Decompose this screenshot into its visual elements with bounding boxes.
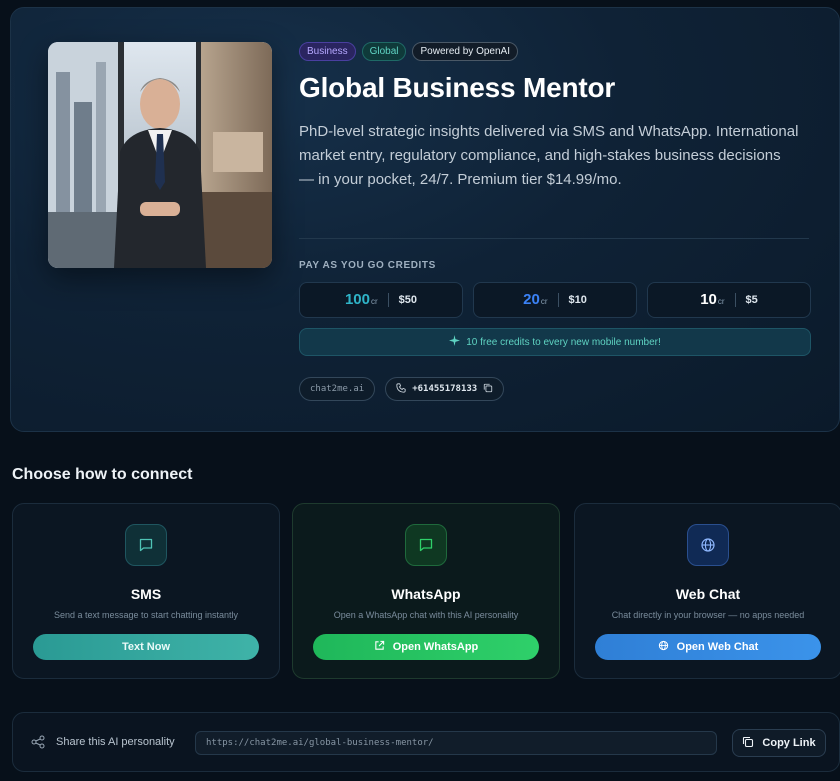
web-chat-title: Web Chat [675,586,741,602]
copy-link-button[interactable]: Copy Link [732,729,826,757]
separator [734,293,736,307]
open-whatsapp-button[interactable]: Open WhatsApp [313,634,539,660]
page-title: Global Business Mentor [299,72,616,103]
share-bar: Share this AI personality https://chat2m… [12,712,840,772]
tag-business: Business [299,42,356,61]
divider [299,238,809,239]
sms-subtitle: Send a text message to start chatting in… [53,610,239,620]
credit-price: $10 [568,294,587,306]
credit-pack-20[interactable]: 20cr $10 [473,282,637,318]
tag-global: Global [361,42,407,61]
mentor-portrait [48,42,272,268]
web-chat-subtitle: Chat directly in your browser — no apps … [611,610,805,620]
open-whatsapp-label: Open WhatsApp [392,641,479,653]
text-now-label: Text Now [121,641,171,653]
credit-pack-10[interactable]: 10cr $5 [647,282,811,318]
globe-icon [658,640,669,654]
credit-pack-100[interactable]: 100cr $50 [299,282,463,318]
personality-description: PhD-level strategic insights delivered v… [299,123,799,188]
phone-icon [396,382,406,396]
credit-amount: 100 [344,291,370,308]
whatsapp-card: WhatsApp Open a WhatsApp chat with this … [292,503,560,679]
phone-chip[interactable]: +61455178133 [385,377,505,401]
sparkle-icon [449,335,461,349]
credit-unit: cr [717,297,725,306]
hero-panel: Business Global Powered by OpenAI Global… [10,7,840,432]
phone-number: +61455178133 [412,384,478,394]
text-now-button[interactable]: Text Now [33,634,259,660]
domain-chip[interactable]: chat2me.ai [299,377,376,401]
separator [387,293,389,307]
copy-icon[interactable] [483,383,493,396]
share-icon [31,735,45,754]
credit-price: $50 [398,294,418,306]
credit-unit: cr [540,297,548,306]
share-url-field[interactable]: https://chat2me.ai/global-business-mento… [195,731,717,755]
copy-icon [742,736,754,751]
credit-amount: 20 [523,291,540,308]
web-chat-card: Web Chat Chat directly in your browser —… [574,503,840,679]
credit-unit: cr [371,297,378,306]
share-label: Share this AI personality [56,736,175,748]
whatsapp-icon [405,524,447,566]
copy-link-label: Copy Link [762,737,816,749]
separator [557,293,559,307]
credit-price: $5 [745,294,758,306]
free-credits-text: 10 free credits to every new mobile numb… [466,336,661,348]
connect-section-title: Choose how to connect [12,466,193,483]
free-credits-banner: 10 free credits to every new mobile numb… [299,328,811,356]
credits-section-label: PAY AS YOU GO CREDITS [299,260,436,271]
credit-amount: 10 [700,291,717,308]
external-link-icon [374,640,385,654]
sms-card: SMS Send a text message to start chattin… [12,503,280,679]
sms-icon [125,524,167,566]
open-web-chat-button[interactable]: Open Web Chat [595,634,821,660]
tag-powered-by-openai: Powered by OpenAI [412,42,518,61]
globe-icon [687,524,729,566]
whatsapp-subtitle: Open a WhatsApp chat with this AI person… [333,610,519,620]
whatsapp-title: WhatsApp [391,586,461,602]
sms-title: SMS [130,586,162,602]
open-web-chat-label: Open Web Chat [676,641,759,653]
domain-text: chat2me.ai [310,384,365,394]
